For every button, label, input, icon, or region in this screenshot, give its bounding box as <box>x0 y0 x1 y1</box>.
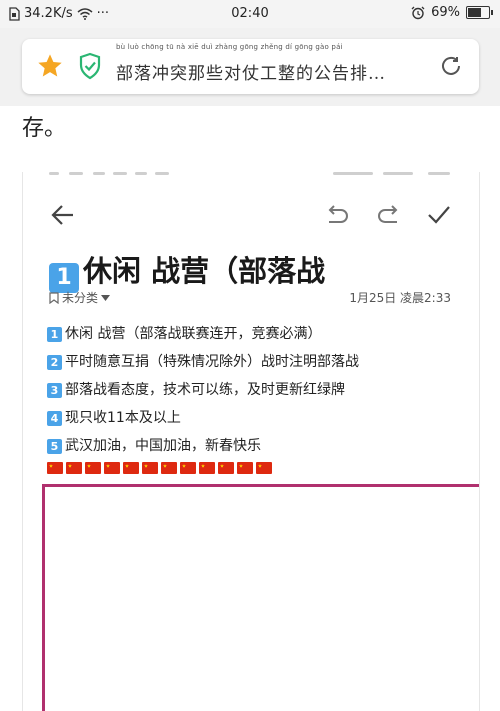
url-pinyin: bù luò chōng tū nà xiē duì zhàng gōng zh… <box>116 43 343 51</box>
dropdown-arrow-icon <box>101 294 111 301</box>
keycap-icon: 1 <box>47 326 62 342</box>
battery-icon <box>466 6 493 19</box>
china-flag-icon <box>199 462 215 474</box>
cropped-status-bar <box>23 172 479 182</box>
note-line: 4 现只收11本及以上 <box>47 404 359 432</box>
keycap-icon: 2 <box>47 354 62 370</box>
battery-percent: 69% <box>431 5 460 20</box>
page-title[interactable]: 部落冲突那些对仗工整的公告排… <box>116 59 386 84</box>
note-date: 1月25日 凌晨2:33 <box>349 291 451 305</box>
reload-icon[interactable] <box>439 54 463 78</box>
china-flag-icon <box>47 462 63 474</box>
keycap-icon: 3 <box>47 382 62 398</box>
note-line: 2 平时随意互捐（特殊情况除外）战时注明部落战 <box>47 348 359 376</box>
note-line-text: 武汉加油，中国加油，新春快乐 <box>65 438 261 454</box>
keycap-icon: 4 <box>47 410 62 426</box>
china-flag-icon <box>237 462 253 474</box>
article-text: 存。 <box>22 116 67 141</box>
browser-toolbar: bù luò chōng tū nà xiē duì zhàng gōng zh… <box>0 28 500 106</box>
address-bar[interactable]: bù luò chōng tū nà xiē duì zhàng gōng zh… <box>22 39 479 94</box>
note-line: 1 休闲 战营（部落战联赛连开，竞赛必满） <box>47 320 359 348</box>
shield-check-icon[interactable] <box>78 52 102 80</box>
category-label: 未分类 <box>62 291 99 305</box>
china-flag-icon <box>161 462 177 474</box>
note-line-text: 现只收11本及以上 <box>65 410 181 426</box>
bookmark-icon <box>49 291 59 304</box>
undo-icon[interactable] <box>323 202 351 228</box>
status-bar: 34.2K/s ··· 02:40 69% <box>0 0 500 28</box>
note-line: 3 部落战看态度，技术可以练，及时更新红绿牌 <box>47 376 359 404</box>
china-flags-row <box>47 462 359 474</box>
alarm-icon <box>411 6 425 19</box>
china-flag-icon <box>218 462 234 474</box>
category-selector[interactable]: 未分类 <box>49 289 111 306</box>
note-line: 5 武汉加油，中国加油，新春快乐 <box>47 432 359 460</box>
china-flag-icon <box>66 462 82 474</box>
china-flag-icon <box>142 462 158 474</box>
note-title[interactable]: 1 休闲 战营（部落战 <box>49 248 325 293</box>
keycap-icon: 5 <box>47 438 62 454</box>
embedded-image-frame <box>42 484 479 711</box>
back-arrow-icon[interactable] <box>49 202 77 228</box>
china-flag-icon <box>104 462 120 474</box>
note-line-text: 平时随意互捐（特殊情况除外）战时注明部落战 <box>65 354 359 370</box>
check-icon[interactable] <box>425 202 453 228</box>
china-flag-icon <box>85 462 101 474</box>
china-flag-icon <box>123 462 139 474</box>
note-screenshot: 1 休闲 战营（部落战 未分类 1月25日 凌晨2:33 1 休闲 战营（部落战联赛… <box>22 172 480 711</box>
note-line-text: 部落战看态度，技术可以练，及时更新红绿牌 <box>65 382 345 398</box>
redo-icon[interactable] <box>375 202 403 228</box>
china-flag-icon <box>180 462 196 474</box>
china-flag-icon <box>256 462 272 474</box>
star-icon[interactable] <box>36 52 64 80</box>
note-line-text: 休闲 战营（部落战联赛连开，竞赛必满） <box>65 326 322 342</box>
note-body[interactable]: 1 休闲 战营（部落战联赛连开，竞赛必满） 2 平时随意互捐（特殊情况除外）战时注明… <box>47 320 359 474</box>
note-title-text: 休闲 战营（部落战 <box>83 254 326 288</box>
